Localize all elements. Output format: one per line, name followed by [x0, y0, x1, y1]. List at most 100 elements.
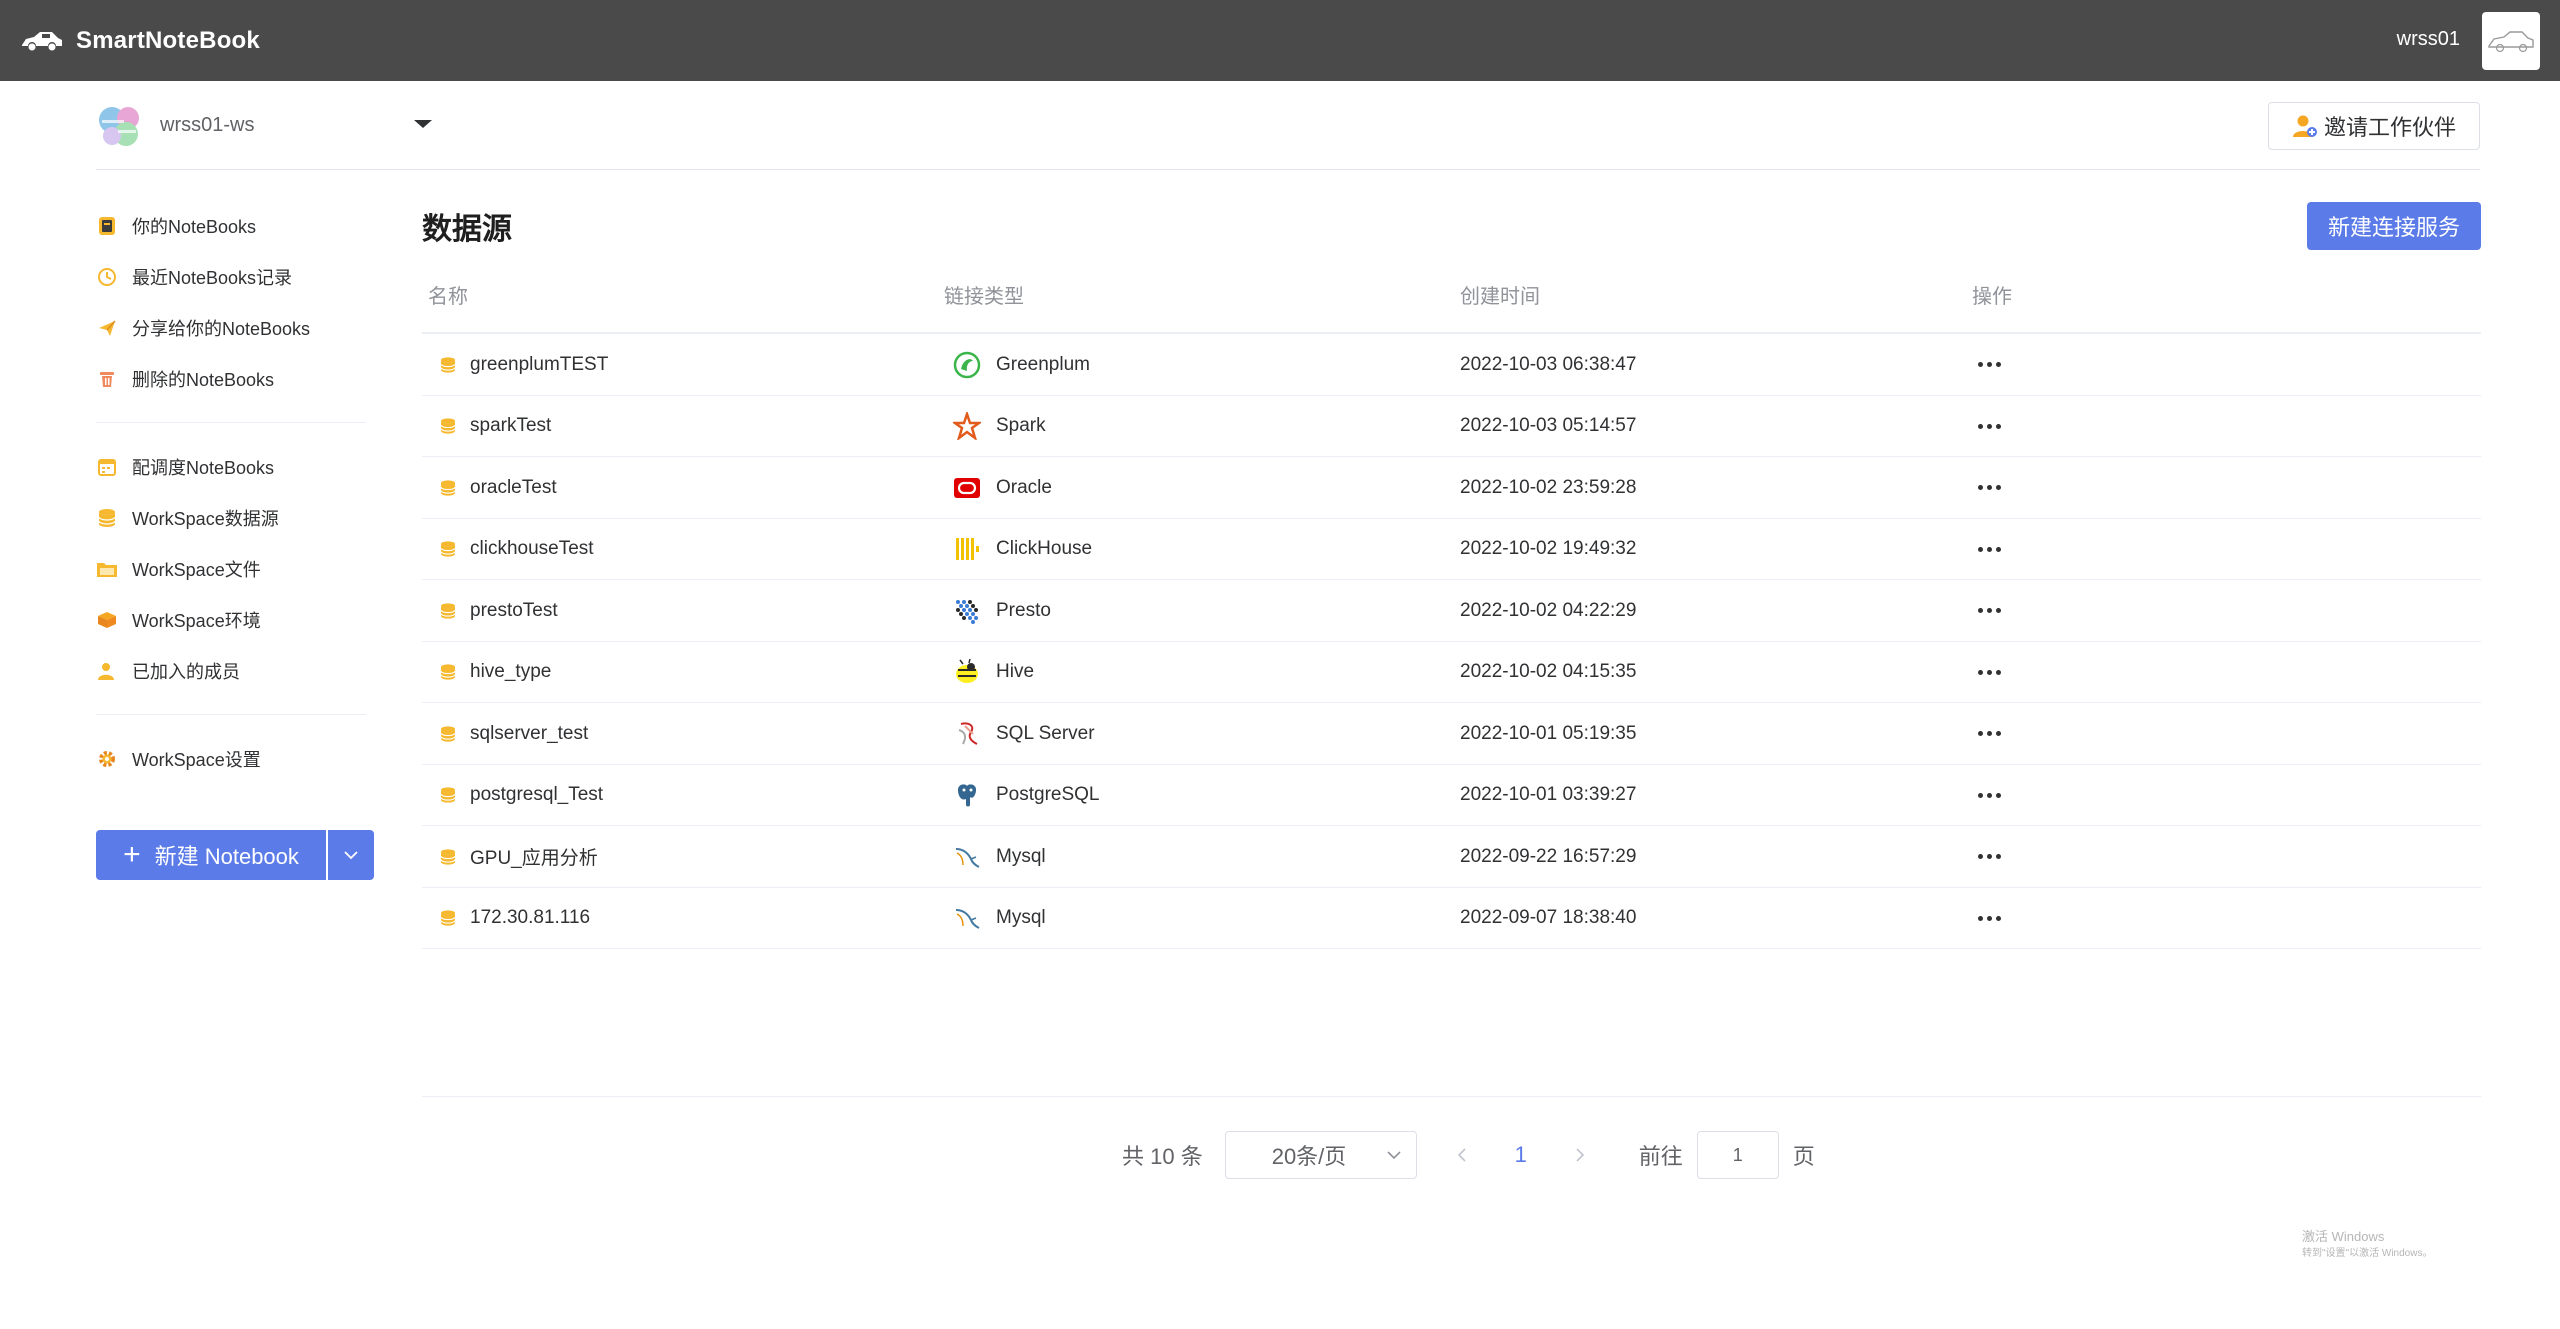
- table-row[interactable]: greenplumTEST Greenplum 2022-10-03 06:38:4…: [422, 334, 2481, 396]
- database-icon: [440, 418, 456, 434]
- sidebar: 你的NoteBooks 最近NoteBooks记录 分享给你的NoteBooks…: [96, 200, 366, 784]
- more-icon: [1978, 423, 2001, 429]
- row-more-actions-button[interactable]: [1978, 703, 2001, 764]
- workspace-dropdown-caret-icon[interactable]: [414, 120, 432, 128]
- more-icon: [1978, 915, 2001, 921]
- sqlserver-icon: [952, 719, 982, 749]
- row-created-cell: 2022-10-03 06:38:47: [1460, 353, 1637, 375]
- table-row[interactable]: oracleTest Oracle 2022-10-02 23:59:28: [422, 457, 2481, 519]
- connection-type: PostgreSQL: [996, 784, 1100, 805]
- sidebar-item-workspace-env[interactable]: WorkSpace环境: [96, 594, 366, 645]
- row-created-cell: 2022-10-03 05:14:57: [1460, 415, 1637, 436]
- sidebar-item-members[interactable]: 已加入的成员: [96, 645, 366, 696]
- new-notebook-button[interactable]: + 新建 Notebook: [96, 830, 326, 880]
- table-row[interactable]: 172.30.81.116 Mysql 2022-09-07 18:38:40: [422, 888, 2481, 949]
- datasource-name[interactable]: hive_type: [470, 661, 551, 683]
- sidebar-item-label: WorkSpace数据源: [132, 508, 279, 529]
- sidebar-item-workspace-datasources[interactable]: WorkSpace数据源: [96, 492, 366, 543]
- sidebar-item-scheduled-notebooks[interactable]: 配调度NoteBooks: [96, 441, 366, 492]
- page-size-select[interactable]: 20条/页: [1224, 1131, 1417, 1179]
- workspace-avatar[interactable]: [96, 102, 144, 150]
- row-more-actions-button[interactable]: [1978, 580, 2001, 641]
- pagination-total: 共 10 条: [1122, 1144, 1203, 1169]
- row-created-cell: 2022-10-01 03:39:27: [1460, 784, 1637, 805]
- spark-icon: [952, 411, 982, 441]
- goto-page-input[interactable]: 1: [1696, 1131, 1779, 1179]
- row-more-actions-button[interactable]: [1978, 888, 2001, 949]
- sidebar-item-label: 你的NoteBooks: [132, 216, 257, 237]
- database-icon: [440, 479, 456, 496]
- connection-type: Presto: [996, 599, 1051, 621]
- row-more-actions-button[interactable]: [1978, 396, 2001, 457]
- more-icon: [1978, 731, 2001, 736]
- datasource-name[interactable]: greenplumTEST: [470, 354, 608, 376]
- car-logo-icon: [22, 32, 62, 51]
- prev-page-button[interactable]: [1447, 1147, 1477, 1163]
- new-notebook-label: 新建 Notebook: [154, 844, 299, 869]
- table-row[interactable]: hive_type Hive 2022-10-02 04:15:35: [422, 642, 2481, 703]
- datasource-name[interactable]: sparkTest: [470, 415, 551, 437]
- invite-partner-label: 邀请工作伙伴: [2323, 115, 2456, 140]
- page-number-current[interactable]: 1: [1501, 1142, 1541, 1168]
- row-more-actions-button[interactable]: [1978, 519, 2001, 580]
- datasource-name[interactable]: postgresql_Test: [470, 784, 603, 806]
- sidebar-item-shared-notebooks[interactable]: 分享给你的NoteBooks: [96, 302, 366, 353]
- user-name[interactable]: wrss01: [2397, 28, 2460, 51]
- table-row[interactable]: clickhouseTest ClickHouse 2022-10-02 19:49…: [422, 519, 2481, 580]
- sidebar-item-workspace-settings[interactable]: WorkSpace设置: [96, 733, 366, 784]
- row-created-cell: 2022-09-22 16:57:29: [1460, 845, 1637, 867]
- row-more-actions-button[interactable]: [1978, 642, 2001, 703]
- row-type-cell: Presto: [952, 580, 1051, 641]
- datasource-name[interactable]: 172.30.81.116: [470, 907, 590, 929]
- datasource-name[interactable]: oracleTest: [470, 477, 557, 499]
- sidebar-item-workspace-files[interactable]: WorkSpace文件: [96, 543, 366, 594]
- row-type-cell: Spark: [952, 396, 1046, 457]
- table-row[interactable]: postgresql_Test PostgreSQL 2022-10-01 03:3…: [422, 765, 2481, 826]
- page-title: 数据源: [422, 213, 512, 246]
- chevron-left-icon: [1457, 1148, 1466, 1162]
- new-notebook-split-button: + 新建 Notebook: [96, 830, 374, 880]
- table-body: greenplumTEST Greenplum 2022-10-03 06:38:4…: [422, 334, 2481, 949]
- database-icon: [440, 356, 456, 373]
- row-name-cell: oracleTest: [440, 457, 557, 518]
- row-name-cell: clickhouseTest: [440, 519, 594, 580]
- member-icon: [96, 660, 118, 682]
- table-row[interactable]: sparkTest Spark 2022-10-03 05:14:57: [422, 396, 2481, 457]
- row-type-cell: SQL Server: [952, 703, 1095, 764]
- row-more-actions-button[interactable]: [1978, 765, 2001, 826]
- database-icon: [440, 848, 456, 865]
- next-page-button[interactable]: [1565, 1147, 1595, 1163]
- datasource-name[interactable]: clickhouseTest: [470, 538, 594, 560]
- calendar-icon: [96, 456, 118, 478]
- watermark-line-2: 转到"设置"以激活 Windows。: [2302, 1248, 2433, 1259]
- sidebar-item-my-notebooks[interactable]: 你的NoteBooks: [96, 200, 366, 251]
- new-notebook-dropdown-button[interactable]: [328, 830, 374, 880]
- greenplum-icon: [952, 350, 982, 380]
- pagination: 共 10 条 20条/页 1 前往 1 页: [1122, 1131, 1815, 1179]
- row-more-actions-button[interactable]: [1978, 457, 2001, 518]
- box-icon: [96, 609, 118, 631]
- sidebar-divider: [96, 422, 366, 423]
- sidebar-item-recent-notebooks[interactable]: 最近NoteBooks记录: [96, 251, 366, 302]
- connection-type: Hive: [996, 661, 1035, 682]
- table-row[interactable]: GPU_应用分析 Mysql 2022-09-22 16:57:29: [422, 826, 2481, 888]
- gear-icon: [96, 748, 118, 770]
- row-name-cell: sqlserver_test: [440, 703, 588, 764]
- sidebar-item-deleted-notebooks[interactable]: 删除的NoteBooks: [96, 353, 366, 404]
- sidebar-item-label: 删除的NoteBooks: [132, 369, 275, 390]
- row-more-actions-button[interactable]: [1978, 826, 2001, 887]
- table-row[interactable]: prestoTest Presto 2022-10-02 04:22:29: [422, 580, 2481, 642]
- sidebar-item-label: 已加入的成员: [132, 661, 240, 682]
- datasource-name[interactable]: sqlserver_test: [470, 723, 588, 745]
- create-connection-button[interactable]: 新建连接服务: [2307, 202, 2481, 250]
- table-row[interactable]: sqlserver_test SQL Server 2022-10-01 05:19…: [422, 703, 2481, 765]
- more-icon: [1978, 608, 2001, 613]
- datasource-name[interactable]: GPU_应用分析: [470, 843, 598, 870]
- invite-partner-button[interactable]: 邀请工作伙伴: [2268, 102, 2480, 150]
- brand[interactable]: SmartNoteBook: [20, 24, 260, 58]
- row-more-actions-button[interactable]: [1978, 334, 2001, 395]
- database-icon: [440, 725, 456, 742]
- datasource-name[interactable]: prestoTest: [470, 600, 558, 622]
- hive-icon: [952, 657, 982, 687]
- user-avatar[interactable]: [2482, 12, 2540, 70]
